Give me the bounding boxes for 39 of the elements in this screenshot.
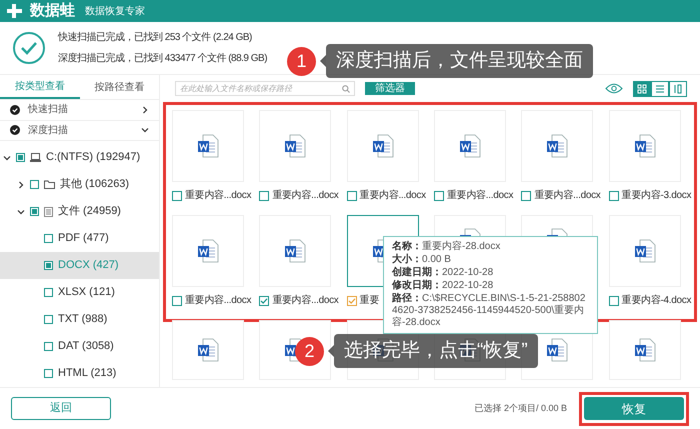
back-button[interactable]: 返回 [11,397,111,420]
scan-summary: 快速扫描已完成，已找到 253 个文件 (2.24 GB) [58,30,253,45]
file-name: 重要内容...docx [185,188,252,203]
tooltip-line: 创建日期：2022-10-28 [392,267,494,279]
file-name: 重要 [360,294,380,308]
tree-item[interactable]: 其他 (106263) [0,171,159,198]
selection-status: 已选择 2个项目/ 0.00 B [474,402,567,415]
tooltip-line: 路径：C:\$RECYCLE.BIN\S-1-5-21-2588024620-3738252456-1145944520-500\重要内容-28.docx [392,293,586,329]
recover-button[interactable]: 恢复 [584,397,684,420]
tree-item[interactable]: C:(NTFS) (192947) [0,144,159,171]
app-name: 数据蛙 [30,0,75,21]
tree-item[interactable]: DAT (3058) [0,333,159,360]
tree-item[interactable]: TXT (988) [0,306,159,333]
tree-item[interactable]: HTML (213) [0,360,159,387]
file-name: 重要内容-4.docx [622,294,692,308]
view-tab[interactable]: 按类型查看 [0,75,80,100]
tree-item[interactable]: XLSX (121) [0,279,159,306]
tooltip-line: 名称：重要内容-28.docx [392,241,502,253]
view-tab[interactable]: 按路径查看 [80,75,159,100]
file-name: 重要内容...docx [534,188,600,203]
step-number-badge: 1 [287,46,316,76]
file-name: 重要内容...docx [272,294,338,308]
tree-item[interactable]: 文件 (24959) [0,198,159,225]
file-name: 重要内容...docx [360,188,426,203]
tooltip-line: 修改日期：2022-10-28 [392,280,494,292]
file-name: 重要内容-3.docx [622,188,692,203]
file-name: 重要内容...docx [272,188,338,203]
scan-section[interactable]: 深度扫描 [0,120,159,141]
callout-tooltip: 选择完毕，点击“恢复” [334,334,538,368]
scan-section[interactable]: 快速扫描 [0,100,159,121]
file-name: 重要内容...docx [185,294,252,308]
app-subtitle: 数据恢复专家 [85,4,145,18]
search-field[interactable]: 在此处输入文件名称或保存路径 [175,81,355,96]
file-name: 重要内容...docx [447,188,514,203]
filter-button[interactable]: 筛选器 [365,82,415,95]
callout-tooltip: 深度扫描后，文件呈现较全面 [326,44,593,78]
tooltip-line: 大小：0.00 B [392,254,452,266]
tree-item[interactable]: PDF (477) [0,225,159,252]
scan-summary: 深度扫描已完成，已找到 433477 个文件 (88.9 GB) [58,52,268,66]
